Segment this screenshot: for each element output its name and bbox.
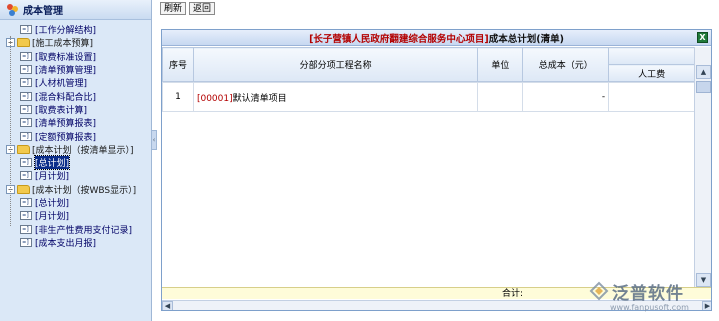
cell-name: [00001]默认清单项目 xyxy=(192,82,479,112)
column-total-cost[interactable]: 总成本（元） xyxy=(522,47,610,82)
document-icon: =] xyxy=(20,51,32,61)
tree-item-label[interactable]: [月计划] xyxy=(35,169,69,182)
project-name: [长子营镇人民政府翻建综合服务中心项目] xyxy=(309,33,489,45)
watermark: 泛普软件 www.fanpusoft.com xyxy=(588,276,716,320)
tree-item-label[interactable]: [取费标准设置] xyxy=(35,50,96,63)
tree-item[interactable]: =] [非生产性费用支付记录] xyxy=(0,222,151,236)
document-icon: =] xyxy=(20,158,32,168)
tree-guide-line xyxy=(10,36,11,226)
toolbar: 刷新 返回 xyxy=(160,2,216,15)
tree-item[interactable]: =] [总计划] xyxy=(0,196,151,209)
cell-total-cost: - xyxy=(522,82,610,112)
tree-item-label[interactable]: [清单预算报表] xyxy=(35,116,96,129)
tree-item-label[interactable]: [人材机管理] xyxy=(35,76,87,89)
tree-item[interactable]: =] [定额预算报表] xyxy=(0,129,151,143)
tree-item-label[interactable]: [非生产性费用支付记录] xyxy=(35,223,132,236)
tree-item[interactable]: =] [人材机管理] xyxy=(0,76,151,89)
folder-icon xyxy=(17,184,30,194)
tree-item-label[interactable]: [总计划] xyxy=(35,196,69,209)
app-window: 成本管理 =] [工作分解结构] − [施工成本预算] =] [取费标准设置] =] [清单预… xyxy=(0,0,719,321)
tree-item-label[interactable]: [月计划] xyxy=(35,209,69,222)
scroll-thumb[interactable] xyxy=(696,81,711,93)
cost-plan-grid: 序号 分部分项工程名称 单位 总成本（元） 人工费 1 [00001]默认清单项目… xyxy=(162,47,695,287)
cost-plan-panel: [长子营镇人民政府翻建综合服务中心项目] 成本总计划(清单) X 序号 分部分项… xyxy=(161,29,712,311)
tree-item[interactable]: =] [月计划] xyxy=(0,209,151,222)
item-name: 默认清单项目 xyxy=(232,93,287,104)
watermark-text: 泛普软件 xyxy=(612,284,684,304)
back-button[interactable]: 返回 xyxy=(189,2,216,15)
tree-item-label[interactable]: [定额预算报表] xyxy=(35,130,96,143)
table-row[interactable]: 1 [00001]默认清单项目 - xyxy=(162,82,695,112)
column-name[interactable]: 分部分项工程名称 xyxy=(192,47,479,82)
tree-item-label[interactable]: [成本计划（按清单显示）] xyxy=(32,143,134,156)
total-label: 合计: xyxy=(501,289,523,299)
tree-item[interactable]: =] [混合料配合比] xyxy=(0,89,151,103)
tree-item-label[interactable]: [工作分解结构] xyxy=(35,23,96,36)
tree-folder[interactable]: − [施工成本预算] xyxy=(0,36,151,49)
document-icon: =] xyxy=(20,25,32,35)
tree-folder[interactable]: − [成本计划（按清单显示）] xyxy=(0,143,151,156)
tree-item-label[interactable]: [总计划] xyxy=(33,155,71,171)
folder-icon xyxy=(17,38,30,48)
document-icon: =] xyxy=(20,237,32,247)
document-icon: =] xyxy=(20,78,32,88)
column-seq[interactable]: 序号 xyxy=(162,47,194,82)
sidebar-title: 成本管理 xyxy=(23,6,63,17)
cell-seq: 1 xyxy=(162,82,194,112)
tree-item[interactable]: =] [工作分解结构] xyxy=(0,23,151,36)
tree-item[interactable]: =] [清单预算报表] xyxy=(0,116,151,129)
plan-title: 成本总计划(清单) xyxy=(488,33,564,45)
tree-folder[interactable]: − [成本计划（按WBS显示）] xyxy=(0,183,151,196)
document-icon: =] xyxy=(20,171,32,181)
sidebar-collapse-handle[interactable]: ‹ xyxy=(151,130,157,150)
grid-body: 1 [00001]默认清单项目 - xyxy=(162,82,695,112)
fanpu-logo-icon xyxy=(589,281,609,301)
folder-icon xyxy=(17,144,30,154)
document-icon: =] xyxy=(20,91,32,101)
cell-unit xyxy=(477,82,524,112)
document-icon: =] xyxy=(20,224,32,234)
document-icon: =] xyxy=(20,211,32,221)
tree-item-label[interactable]: [混合料配合比] xyxy=(35,90,96,103)
document-icon: =] xyxy=(20,131,32,141)
column-unit[interactable]: 单位 xyxy=(477,47,524,82)
excel-export-icon[interactable]: X xyxy=(697,32,708,43)
watermark-url: www.fanpusoft.com xyxy=(610,303,689,312)
tree-item[interactable]: =] [取费表计算] xyxy=(0,103,151,116)
grid-header: 序号 分部分项工程名称 单位 总成本（元） 人工费 xyxy=(162,47,695,82)
column-group-header xyxy=(608,47,695,65)
tree-item-label[interactable]: [成本支出月报] xyxy=(35,236,96,249)
tree-item[interactable]: =] [总计划] xyxy=(0,155,151,171)
item-code[interactable]: [00001] xyxy=(197,94,233,104)
tree-item-label[interactable]: [成本计划（按WBS显示）] xyxy=(32,183,136,196)
tree-item[interactable]: =] [成本支出月报] xyxy=(0,236,151,249)
tree-item-label[interactable]: [取费表计算] xyxy=(35,103,87,116)
navigation-tree: =] [工作分解结构] − [施工成本预算] =] [取费标准设置] =] [清单预算管理] =… xyxy=(0,20,151,249)
tree-item-label[interactable]: [清单预算管理] xyxy=(35,63,96,76)
scroll-up-icon[interactable]: ▲ xyxy=(696,65,711,79)
document-icon: =] xyxy=(20,118,32,128)
sidebar: 成本管理 =] [工作分解结构] − [施工成本预算] =] [取费标准设置] =] [清单预… xyxy=(0,0,152,321)
tree-item[interactable]: =] [取费标准设置] xyxy=(0,50,151,63)
vertical-scrollbar[interactable]: ▲ ▼ xyxy=(694,47,711,287)
cell-labor-cost xyxy=(608,82,695,112)
column-labor-cost[interactable]: 人工费 xyxy=(608,64,695,82)
refresh-button[interactable]: 刷新 xyxy=(160,2,187,15)
tree-item[interactable]: =] [月计划] xyxy=(0,169,151,182)
tree-item[interactable]: =] [清单预算管理] xyxy=(0,63,151,76)
scroll-left-icon[interactable]: ◀ xyxy=(162,301,173,310)
document-icon: =] xyxy=(20,65,32,75)
panel-title: [长子营镇人民政府翻建综合服务中心项目] 成本总计划(清单) X xyxy=(162,30,711,46)
tree-item-label[interactable]: [施工成本预算] xyxy=(32,36,93,49)
cost-management-icon xyxy=(7,3,19,16)
document-icon: =] xyxy=(20,198,32,207)
document-icon: =] xyxy=(20,104,32,114)
sidebar-header: 成本管理 xyxy=(0,0,151,20)
